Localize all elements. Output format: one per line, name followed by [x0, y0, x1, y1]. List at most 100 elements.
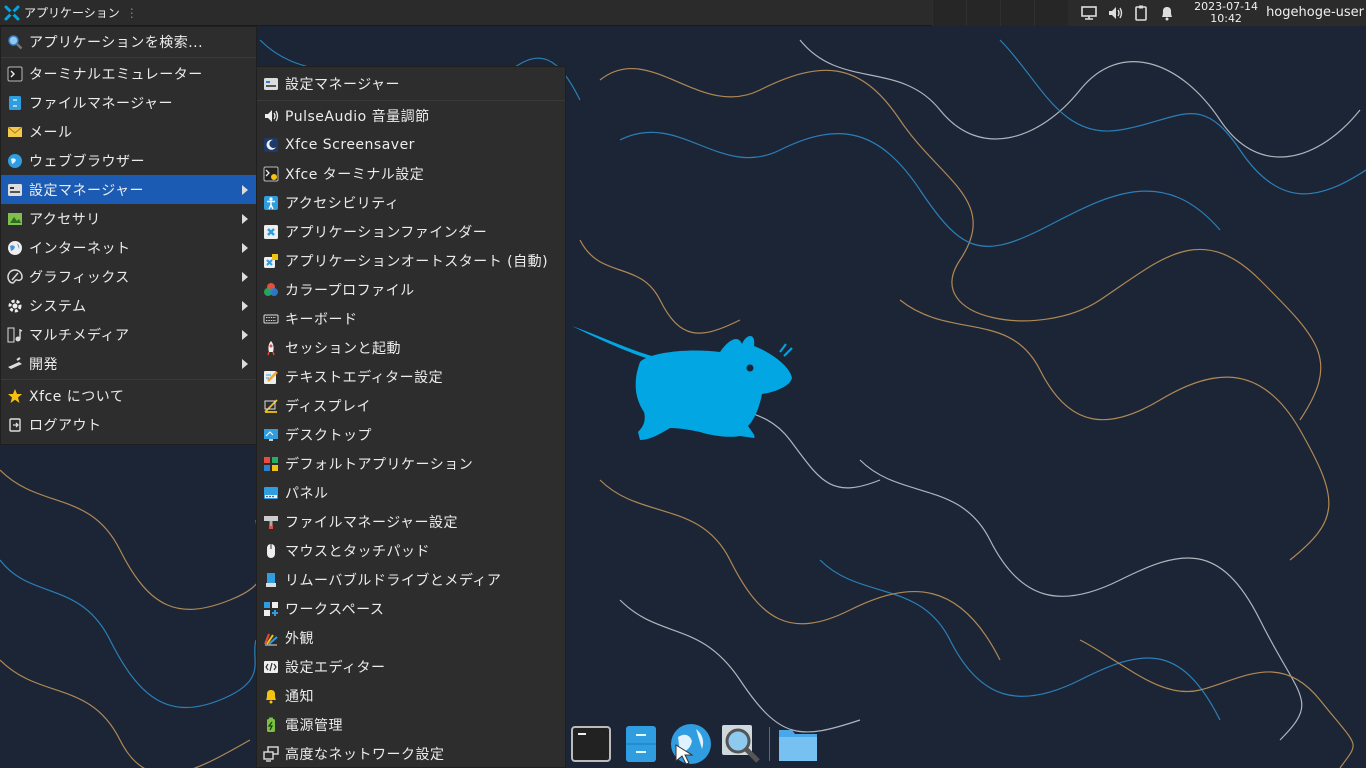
appearance-icon [263, 630, 279, 646]
submenu-arrow-icon [242, 301, 248, 311]
dock-separator [769, 727, 770, 761]
menu-item-settings[interactable]: 設定マネージャー [1, 175, 256, 204]
accessibility-icon [263, 195, 279, 211]
panel-icon [263, 485, 279, 501]
submenu-item-session[interactable]: セッションと起動 [257, 333, 565, 362]
submenu-item-autostart[interactable]: アプリケーションオートスタート (自動) [257, 246, 565, 275]
submenu-item-appearance[interactable]: 外観 [257, 623, 565, 652]
mouse-icon [263, 543, 279, 559]
clock-time: 10:42 [1210, 11, 1242, 25]
menu-item-terminal[interactable]: ターミナルエミュレーター [1, 59, 256, 88]
internet-icon [7, 240, 23, 256]
submenu-item-pulseaudio[interactable]: PulseAudio 音量調節 [257, 101, 565, 130]
terminal-settings-icon [263, 166, 279, 182]
submenu-item-settings-manager[interactable]: 設定マネージャー [257, 67, 565, 101]
development-icon [7, 356, 23, 372]
submenu-item-network-settings[interactable]: 高度なネットワーク設定 [257, 739, 565, 768]
accessories-icon [7, 211, 23, 227]
network-settings-icon [263, 745, 279, 762]
menu-item-about-xfce[interactable]: Xfce について [1, 381, 256, 410]
removable-drive-icon [263, 572, 279, 588]
dock-home-folder[interactable] [776, 722, 820, 766]
default-apps-icon [263, 456, 279, 472]
file-manager-icon [7, 95, 23, 111]
submenu-item-notifications[interactable]: 通知 [257, 681, 565, 710]
dock-app-finder[interactable] [719, 722, 763, 766]
mail-icon [7, 124, 23, 140]
menu-item-graphics[interactable]: グラフィックス [1, 262, 256, 291]
clock[interactable]: 2023-07-14 10:42 [1194, 0, 1259, 25]
submenu-item-text-editor[interactable]: テキストエディター設定 [257, 362, 565, 391]
submenu-arrow-icon [242, 359, 248, 369]
dock-web-browser[interactable] [669, 722, 713, 766]
network-icon[interactable] [1080, 4, 1098, 22]
submenu-item-terminal-settings[interactable]: Xfce ターミナル設定 [257, 159, 565, 188]
submenu-item-accessibility[interactable]: アクセシビリティ [257, 188, 565, 217]
menu-item-web-browser[interactable]: ウェブブラウザー [1, 146, 256, 175]
submenu-item-power-manager[interactable]: 電源管理 [257, 710, 565, 739]
workspace-1[interactable] [932, 0, 967, 26]
workspace-switcher[interactable] [932, 0, 1069, 26]
keyboard-icon [263, 311, 279, 327]
color-profile-icon [263, 282, 279, 298]
user-menu[interactable]: hogehoge-user [1266, 5, 1364, 20]
top-panel: アプリケーション ⋮ 2023-07-14 10:42 hogehoge-use… [0, 0, 1366, 26]
dock [566, 720, 838, 768]
display-icon [263, 398, 279, 414]
menu-separator [1, 379, 256, 380]
submenu-item-screensaver[interactable]: Xfce Screensaver [257, 130, 565, 159]
submenu-item-color-profile[interactable]: カラープロファイル [257, 275, 565, 304]
workspaces-icon [263, 601, 279, 617]
file-manager-settings-icon [263, 514, 279, 530]
web-browser-icon [7, 153, 23, 169]
clipboard-icon[interactable] [1132, 4, 1150, 22]
submenu-item-desktop[interactable]: デスクトップ [257, 420, 565, 449]
applications-menu-button[interactable]: アプリケーション [0, 0, 126, 26]
logout-icon [7, 417, 23, 433]
dock-terminal[interactable] [569, 722, 613, 766]
menu-item-logout[interactable]: ログアウト [1, 410, 256, 439]
volume-icon[interactable] [1106, 4, 1124, 22]
notifications-icon[interactable] [1158, 4, 1176, 22]
menu-item-multimedia[interactable]: マルチメディア [1, 320, 256, 349]
system-tray: 2023-07-14 10:42 hogehoge-user [1068, 0, 1366, 26]
workspace-4[interactable] [1034, 0, 1069, 26]
star-icon [7, 388, 23, 404]
applications-menu-label: アプリケーション [24, 6, 120, 20]
dock-file-manager[interactable] [619, 722, 663, 766]
folder-icon [779, 730, 817, 761]
submenu-arrow-icon [242, 243, 248, 253]
text-editor-icon [263, 369, 279, 385]
menu-item-accessories[interactable]: アクセサリ [1, 204, 256, 233]
menu-item-mail[interactable]: メール [1, 117, 256, 146]
submenu-arrow-icon [242, 272, 248, 282]
menu-separator [1, 57, 256, 58]
panel-handle[interactable]: ⋮ [126, 6, 138, 20]
app-finder-icon [263, 224, 279, 240]
submenu-item-keyboard[interactable]: キーボード [257, 304, 565, 333]
submenu-item-display[interactable]: ディスプレイ [257, 391, 565, 420]
submenu-item-mouse[interactable]: マウスとタッチパッド [257, 536, 565, 565]
task-area [144, 0, 932, 26]
clock-date: 2023-07-14 [1194, 0, 1259, 13]
menu-item-file-manager[interactable]: ファイルマネージャー [1, 88, 256, 117]
submenu-item-app-finder[interactable]: アプリケーションファインダー [257, 217, 565, 246]
settings-editor-icon [263, 659, 279, 675]
submenu-item-default-apps[interactable]: デフォルトアプリケーション [257, 449, 565, 478]
submenu-item-workspaces[interactable]: ワークスペース [257, 594, 565, 623]
workspace-3[interactable] [1000, 0, 1035, 26]
applications-menu: アプリケーションを検索... ターミナルエミュレーター ファイルマネージャー メ… [0, 26, 257, 445]
menu-item-internet[interactable]: インターネット [1, 233, 256, 262]
menu-item-app-search[interactable]: アプリケーションを検索... [1, 27, 256, 56]
submenu-item-removable-drives[interactable]: リムーバブルドライブとメディア [257, 565, 565, 594]
workspace-2[interactable] [966, 0, 1001, 26]
terminal-icon [7, 66, 23, 82]
submenu-item-panel[interactable]: パネル [257, 478, 565, 507]
volume-icon [263, 108, 279, 124]
menu-item-system[interactable]: システム [1, 291, 256, 320]
system-icon [7, 298, 23, 314]
menu-item-development[interactable]: 開発 [1, 349, 256, 378]
power-manager-icon [263, 717, 279, 733]
submenu-item-settings-editor[interactable]: 設定エディター [257, 652, 565, 681]
submenu-item-file-manager-settings[interactable]: ファイルマネージャー設定 [257, 507, 565, 536]
